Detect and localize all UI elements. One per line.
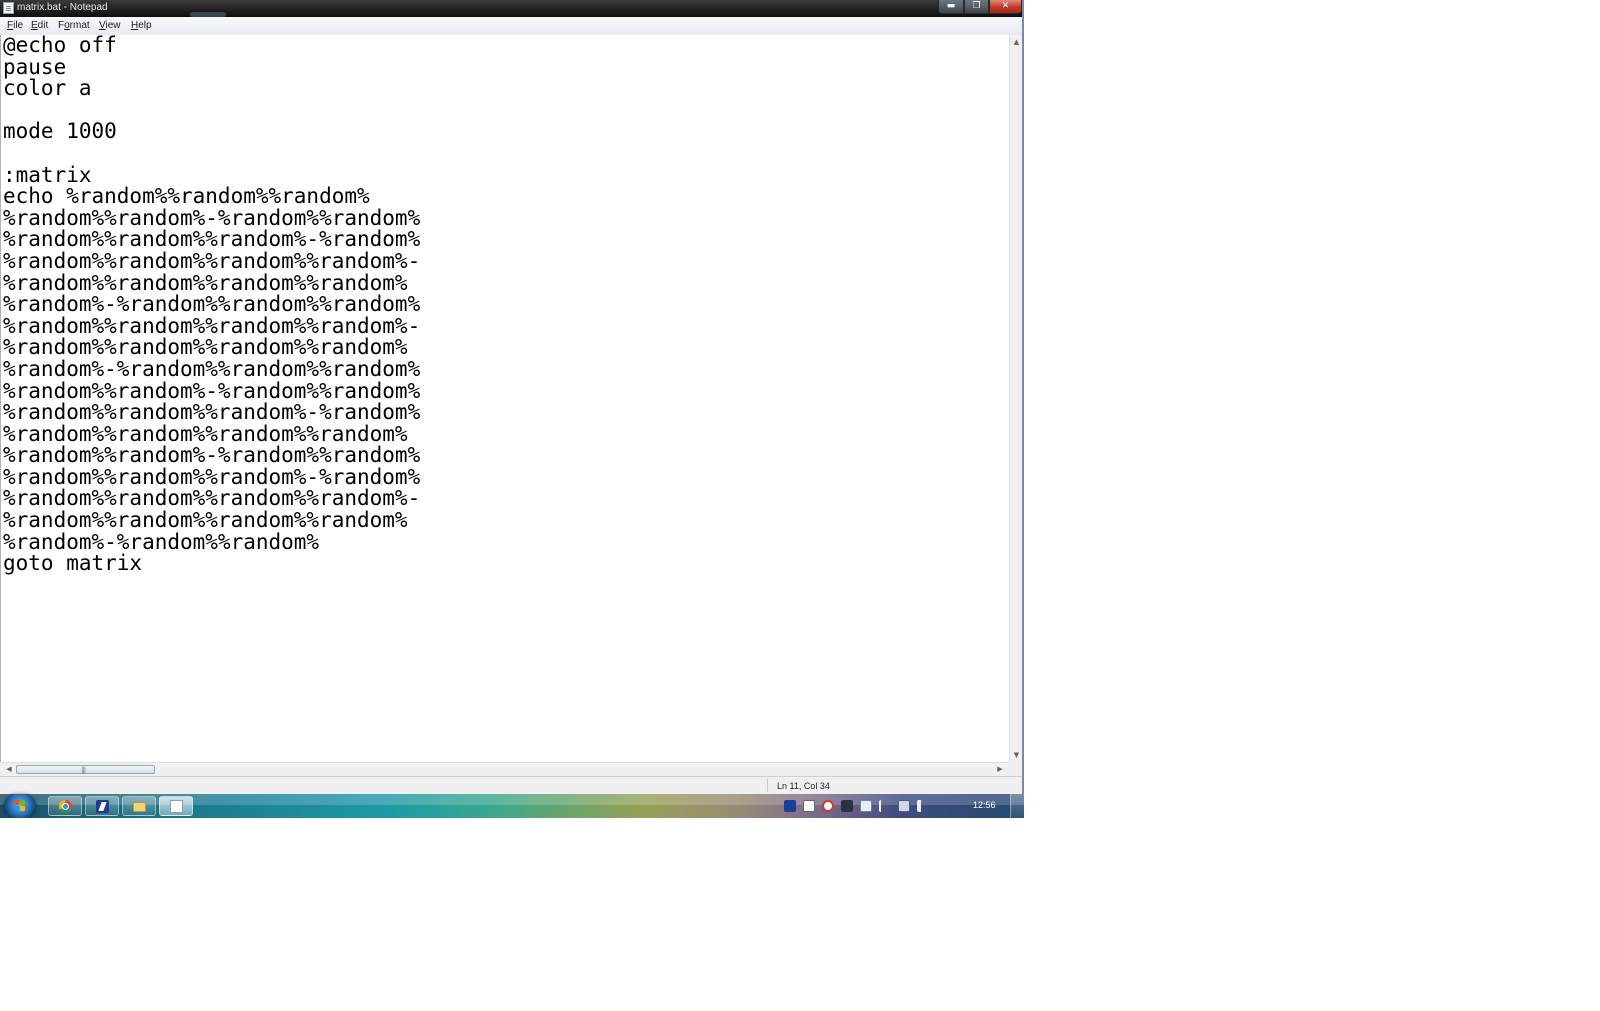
text-editor-area[interactable]: @echo off pause color a mode 1000 :matri… — [0, 35, 1010, 762]
clock[interactable]: 12:56 — [973, 800, 996, 810]
scroll-left-arrow-icon[interactable]: ◀ — [2, 763, 16, 777]
document-icon[interactable] — [860, 800, 872, 812]
blue-app-icon[interactable] — [784, 800, 796, 812]
menu-help-label: elp — [138, 20, 152, 31]
cursor-position: Ln 11, Col 34 — [777, 781, 830, 791]
taskbar: 12:56 — [0, 794, 1024, 818]
menu-file[interactable]: File — [7, 20, 23, 31]
editor-content[interactable]: @echo off pause color a mode 1000 :matri… — [3, 35, 420, 575]
scroll-grip-icon: ||| — [81, 766, 86, 774]
notepad-app-icon[interactable] — [3, 2, 14, 14]
menu-edit-label: dit — [37, 20, 49, 31]
minimize-button[interactable]: ▬ — [938, 0, 964, 14]
status-separator — [767, 779, 768, 792]
horizontal-scroll-thumb[interactable]: ||| — [16, 765, 155, 774]
action-center-flag-icon[interactable] — [879, 800, 893, 812]
menu-edit[interactable]: Edit — [31, 20, 48, 31]
close-button[interactable]: ✕ — [989, 0, 1022, 14]
status-bar: Ln 11, Col 34 — [0, 776, 1022, 794]
horizontal-scrollbar[interactable]: ◀ ||| ▶ — [0, 762, 1009, 776]
taskbar-explorer[interactable] — [122, 796, 156, 816]
notepad-icon — [170, 800, 183, 813]
menu-view[interactable]: View — [99, 20, 121, 31]
app-icon — [96, 800, 109, 813]
grid-app-icon[interactable] — [803, 800, 815, 812]
taskbar-notepad[interactable] — [159, 796, 193, 816]
menu-format-label-end: rmat — [69, 20, 90, 31]
menu-bar: File Edit Format View Help — [0, 17, 1022, 36]
taskbar-app[interactable] — [85, 796, 119, 816]
window-border — [1022, 0, 1024, 794]
menu-file-label: ile — [13, 20, 24, 31]
menu-help[interactable]: Help — [131, 20, 152, 31]
scrollbar-corner — [1009, 762, 1022, 776]
menu-edit-accel: E — [31, 20, 38, 31]
volume-icon[interactable] — [917, 800, 933, 812]
explorer-folder-icon — [133, 802, 146, 812]
chrome-icon — [59, 800, 72, 813]
window-title: matrix.bat - Notepad — [17, 2, 108, 13]
network-icon[interactable] — [898, 800, 910, 812]
record-icon[interactable] — [822, 800, 834, 812]
window-title-bar[interactable]: matrix.bat - Notepad ▬ ❐ ✕ — [0, 0, 1024, 17]
menu-format[interactable]: Format — [58, 20, 90, 31]
menu-view-label: iew — [105, 20, 121, 31]
restore-button[interactable]: ❐ — [964, 0, 989, 14]
windows-logo-icon — [14, 800, 26, 812]
scroll-right-arrow-icon[interactable]: ▶ — [993, 763, 1007, 777]
desktop-screen: matrix.bat - Notepad ▬ ❐ ✕ File Edit For… — [0, 0, 1024, 818]
vertical-scrollbar[interactable]: ▲ ▼ — [1009, 35, 1022, 762]
start-button[interactable] — [4, 794, 36, 818]
network-tool-icon[interactable] — [841, 800, 853, 812]
system-tray — [784, 794, 944, 818]
show-desktop-button[interactable] — [1010, 794, 1024, 818]
taskbar-chrome[interactable] — [48, 796, 82, 816]
